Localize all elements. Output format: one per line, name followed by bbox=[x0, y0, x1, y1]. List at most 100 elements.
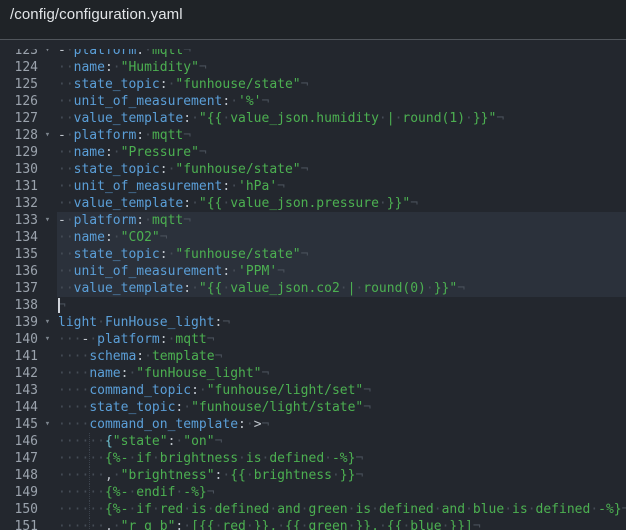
line-number[interactable]: 133 bbox=[0, 212, 38, 229]
code-line[interactable]: 147 ······{%-·if·brightness·is·defined·-%… bbox=[0, 450, 626, 467]
code-line-content[interactable]: ··value_template:·"{{·value_json.pressur… bbox=[57, 195, 626, 212]
code-line[interactable]: 132 ··value_template:·"{{·value_json.pres… bbox=[0, 195, 626, 212]
line-number[interactable]: 131 bbox=[0, 178, 38, 195]
code-line-content[interactable]: -·platform:·mqtt¬ bbox=[57, 212, 626, 229]
code-line-content[interactable]: ······{%-·if·red·is·defined·and·green·is… bbox=[57, 501, 626, 518]
code-line-content[interactable]: ··name:·"Humidity"¬ bbox=[57, 59, 626, 76]
code-line[interactable]: 131 ··unit_of_measurement:·'hPa'¬ bbox=[0, 178, 626, 195]
code-line-content[interactable]: ····command_topic:·"funhouse/light/set"¬ bbox=[57, 382, 626, 399]
line-number[interactable]: 129 bbox=[0, 144, 38, 161]
line-number[interactable]: 146 bbox=[0, 433, 38, 450]
code-line[interactable]: 123▾-·platform:·mqtt¬ bbox=[0, 42, 626, 59]
code-line-content[interactable]: ··unit_of_measurement:·'PPM'¬ bbox=[57, 263, 626, 280]
code-line-content[interactable]: -·platform:·mqtt¬ bbox=[57, 42, 626, 59]
code-line-content[interactable]: ······{%-·if·brightness·is·defined·-%}¬ bbox=[57, 450, 626, 467]
code-editor[interactable]: 123▾-·platform:·mqtt¬124··name:·"Humidit… bbox=[0, 41, 626, 530]
whitespace-dot: · bbox=[66, 281, 74, 296]
fold-arrow-icon[interactable]: ▾ bbox=[38, 331, 57, 348]
code-line-content[interactable]: ······{%-·endif·-%}¬ bbox=[57, 484, 626, 501]
line-number[interactable]: 127 bbox=[0, 110, 38, 127]
code-line[interactable]: 129 ··name:·"Pressure"¬ bbox=[0, 144, 626, 161]
code-line[interactable]: 140▾···-·platform:·mqtt¬ bbox=[0, 331, 626, 348]
code-line-content[interactable]: ····name:·"funHouse_light"¬ bbox=[57, 365, 626, 382]
line-number[interactable]: 139 bbox=[0, 314, 38, 331]
code-line[interactable]: 144 ····state_topic:·"funhouse/light/stat… bbox=[0, 399, 626, 416]
fold-spacer bbox=[38, 246, 57, 263]
fold-arrow-icon[interactable]: ▾ bbox=[38, 212, 57, 229]
code-line[interactable]: 127 ··value_template:·"{{·value_json.humi… bbox=[0, 110, 626, 127]
code-line[interactable]: 145▾····command_on_template:·>¬ bbox=[0, 416, 626, 433]
line-number[interactable]: 151 bbox=[0, 518, 38, 530]
line-number[interactable]: 148 bbox=[0, 467, 38, 484]
code-line[interactable]: 126 ··unit_of_measurement:·'%'¬ bbox=[0, 93, 626, 110]
code-line-content[interactable]: ¬ bbox=[57, 297, 626, 314]
code-line[interactable]: 135 ··state_topic:·"funhouse/state"¬ bbox=[0, 246, 626, 263]
whitespace-dot: · bbox=[238, 451, 246, 466]
line-number[interactable]: 132 bbox=[0, 195, 38, 212]
line-number[interactable]: 142 bbox=[0, 365, 38, 382]
code-line-content[interactable]: ··name:·"Pressure"¬ bbox=[57, 144, 626, 161]
line-number[interactable]: 123 bbox=[0, 42, 38, 59]
line-number[interactable]: 137 bbox=[0, 280, 38, 297]
line-number[interactable]: 125 bbox=[0, 76, 38, 93]
code-line[interactable]: 124 ··name:·"Humidity"¬ bbox=[0, 59, 626, 76]
line-number[interactable]: 149 bbox=[0, 484, 38, 501]
code-line-content[interactable]: ····schema:·template¬ bbox=[57, 348, 626, 365]
code-line-content[interactable]: ··unit_of_measurement:·'hPa'¬ bbox=[57, 178, 626, 195]
code-line[interactable]: 136 ··unit_of_measurement:·'PPM'¬ bbox=[0, 263, 626, 280]
line-number[interactable]: 140 bbox=[0, 331, 38, 348]
code-line-content[interactable]: ······,·"r_g_b":·[{{·red·}},·{{·green·}}… bbox=[57, 518, 626, 530]
code-line-content[interactable]: ··name:·"CO2"¬ bbox=[57, 229, 626, 246]
line-number[interactable]: 130 bbox=[0, 161, 38, 178]
code-line-content[interactable]: ··unit_of_measurement:·'%'¬ bbox=[57, 93, 626, 110]
code-line[interactable]: 141 ····schema:·template¬ bbox=[0, 348, 626, 365]
line-number[interactable]: 126 bbox=[0, 93, 38, 110]
line-number[interactable]: 138 bbox=[0, 297, 38, 314]
code-line[interactable]: 128▾-·platform:·mqtt¬ bbox=[0, 127, 626, 144]
code-token: : bbox=[160, 77, 168, 92]
code-line[interactable]: 150 ······{%-·if·red·is·defined·and·green… bbox=[0, 501, 626, 518]
line-number[interactable]: 143 bbox=[0, 382, 38, 399]
code-line-content[interactable]: ··value_template:·"{{·value_json.humidit… bbox=[57, 110, 626, 127]
line-number[interactable]: 147 bbox=[0, 450, 38, 467]
code-line-content[interactable]: ····state_topic:·"funhouse/light/state"¬ bbox=[57, 399, 626, 416]
code-line-content[interactable]: ··state_topic:·"funhouse/state"¬ bbox=[57, 246, 626, 263]
line-number[interactable]: 136 bbox=[0, 263, 38, 280]
code-line[interactable]: 148 ······,·"brightness":·{{·brightness·}… bbox=[0, 467, 626, 484]
code-line-content[interactable]: ··state_topic:·"funhouse/state"¬ bbox=[57, 76, 626, 93]
code-line-content[interactable]: ···-·platform:·mqtt¬ bbox=[57, 331, 626, 348]
code-line-content[interactable]: ····command_on_template:·>¬ bbox=[57, 416, 626, 433]
code-line[interactable]: 139▾light·FunHouse_light:¬ bbox=[0, 314, 626, 331]
line-number[interactable]: 145 bbox=[0, 416, 38, 433]
fold-arrow-icon[interactable]: ▾ bbox=[38, 127, 57, 144]
line-number[interactable]: 141 bbox=[0, 348, 38, 365]
code-line[interactable]: 137··value_template:·"{{·value_json.co2·… bbox=[0, 280, 626, 297]
code-line-content[interactable]: -·platform:·mqtt¬ bbox=[57, 127, 626, 144]
code-line-content[interactable]: ··state_topic:·"funhouse/state"¬ bbox=[57, 161, 626, 178]
line-number[interactable]: 128 bbox=[0, 127, 38, 144]
code-line[interactable]: 125 ··state_topic:·"funhouse/state"¬ bbox=[0, 76, 626, 93]
code-line-content[interactable]: light·FunHouse_light:¬ bbox=[57, 314, 626, 331]
code-line-content[interactable]: ······{"state":·"on"¬ bbox=[57, 433, 626, 450]
line-number[interactable]: 124 bbox=[0, 59, 38, 76]
code-line[interactable]: 130 ··state_topic:·"funhouse/state"¬ bbox=[0, 161, 626, 178]
whitespace-dot: · bbox=[191, 281, 199, 296]
code-line[interactable]: 142 ····name:·"funHouse_light"¬ bbox=[0, 365, 626, 382]
code-line[interactable]: 146 ······{"state":·"on"¬ bbox=[0, 433, 626, 450]
code-line[interactable]: 138 ¬ bbox=[0, 297, 626, 314]
code-line[interactable]: 134 ··name:·"CO2"¬ bbox=[0, 229, 626, 246]
line-number[interactable]: 144 bbox=[0, 399, 38, 416]
code-line[interactable]: 149 ······{%-·endif·-%}¬ bbox=[0, 484, 626, 501]
fold-arrow-icon[interactable]: ▾ bbox=[38, 314, 57, 331]
line-number[interactable]: 135 bbox=[0, 246, 38, 263]
line-number[interactable]: 134 bbox=[0, 229, 38, 246]
code-line[interactable]: 133▾-·platform:·mqtt¬ bbox=[0, 212, 626, 229]
code-line[interactable]: 143 ····command_topic:·"funhouse/light/se… bbox=[0, 382, 626, 399]
fold-arrow-icon[interactable]: ▾ bbox=[38, 42, 57, 59]
code-line-content[interactable]: ······,·"brightness":·{{·brightness·}}¬ bbox=[57, 467, 626, 484]
code-token: value_json.co2 bbox=[230, 281, 340, 296]
line-number[interactable]: 150 bbox=[0, 501, 38, 518]
fold-arrow-icon[interactable]: ▾ bbox=[38, 416, 57, 433]
code-line-content[interactable]: ··value_template:·"{{·value_json.co2·|·r… bbox=[57, 280, 626, 297]
code-line[interactable]: 151 ······,·"r_g_b":·[{{·red·}},·{{·green… bbox=[0, 518, 626, 530]
